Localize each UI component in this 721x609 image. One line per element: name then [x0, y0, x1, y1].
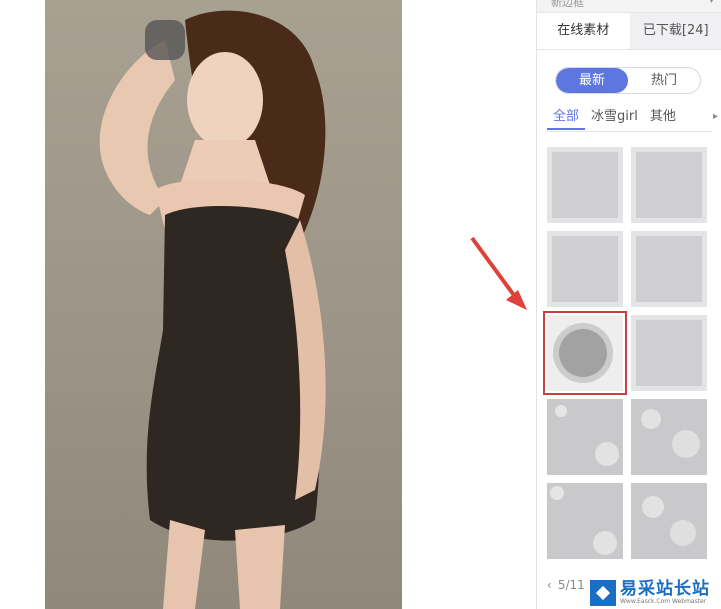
floral-frame-icon: [555, 405, 619, 466]
panel-title: 新边框: [551, 0, 584, 9]
border-thumbnail[interactable]: [631, 483, 707, 559]
border-thumbnail-selected[interactable]: [543, 311, 627, 395]
watermark-title: 易采站长站: [620, 578, 710, 599]
chevron-left-icon[interactable]: ‹: [547, 578, 552, 592]
floral-frame-icon: [641, 409, 700, 458]
border-thumbnail[interactable]: [547, 483, 623, 559]
chevron-down-icon[interactable]: ▾: [709, 0, 714, 6]
border-thumbnail[interactable]: [547, 231, 623, 307]
floral-frame-icon: [642, 496, 696, 546]
source-tabs: 在线素材 已下载[24]: [537, 13, 721, 50]
border-thumbnail[interactable]: [547, 147, 623, 223]
sort-latest-button[interactable]: 最新: [556, 68, 628, 93]
watermark-subtitle: Www.Easck.Com Webmaster: [620, 597, 707, 605]
floral-frame-icon: [550, 486, 617, 555]
material-panel: 新边框 ▾ 在线素材 已下载[24] 最新 热门 全部 冰雪girl 其他 ▸: [536, 0, 721, 609]
tab-online[interactable]: 在线素材: [537, 13, 630, 49]
category-tabs: 全部 冰雪girl 其他 ▸: [547, 106, 721, 130]
divider: [547, 131, 712, 132]
site-watermark: 易采站长站 Www.Easck.Com Webmaster: [586, 576, 721, 609]
site-logo-icon: [590, 579, 616, 606]
chevron-right-icon[interactable]: ▸: [713, 106, 718, 128]
category-other[interactable]: 其他: [644, 106, 682, 130]
border-thumbnail[interactable]: [547, 399, 623, 475]
border-thumbnail[interactable]: [631, 147, 707, 223]
page-indicator: 5/11: [557, 578, 585, 592]
pagination: ‹ 5/11: [547, 578, 591, 592]
sort-toggle: 最新 热门: [555, 67, 701, 94]
border-thumbnail[interactable]: [631, 315, 707, 391]
category-ice-girl[interactable]: 冰雪girl: [585, 106, 644, 130]
border-thumbnail[interactable]: [631, 399, 707, 475]
border-thumbnail[interactable]: [631, 231, 707, 307]
category-all[interactable]: 全部: [547, 106, 586, 130]
panel-header: 新边框 ▾: [537, 0, 721, 13]
sort-hot-button[interactable]: 热门: [628, 68, 700, 93]
tab-downloaded[interactable]: 已下载[24]: [629, 13, 721, 49]
burst-frame-icon: [553, 323, 613, 383]
